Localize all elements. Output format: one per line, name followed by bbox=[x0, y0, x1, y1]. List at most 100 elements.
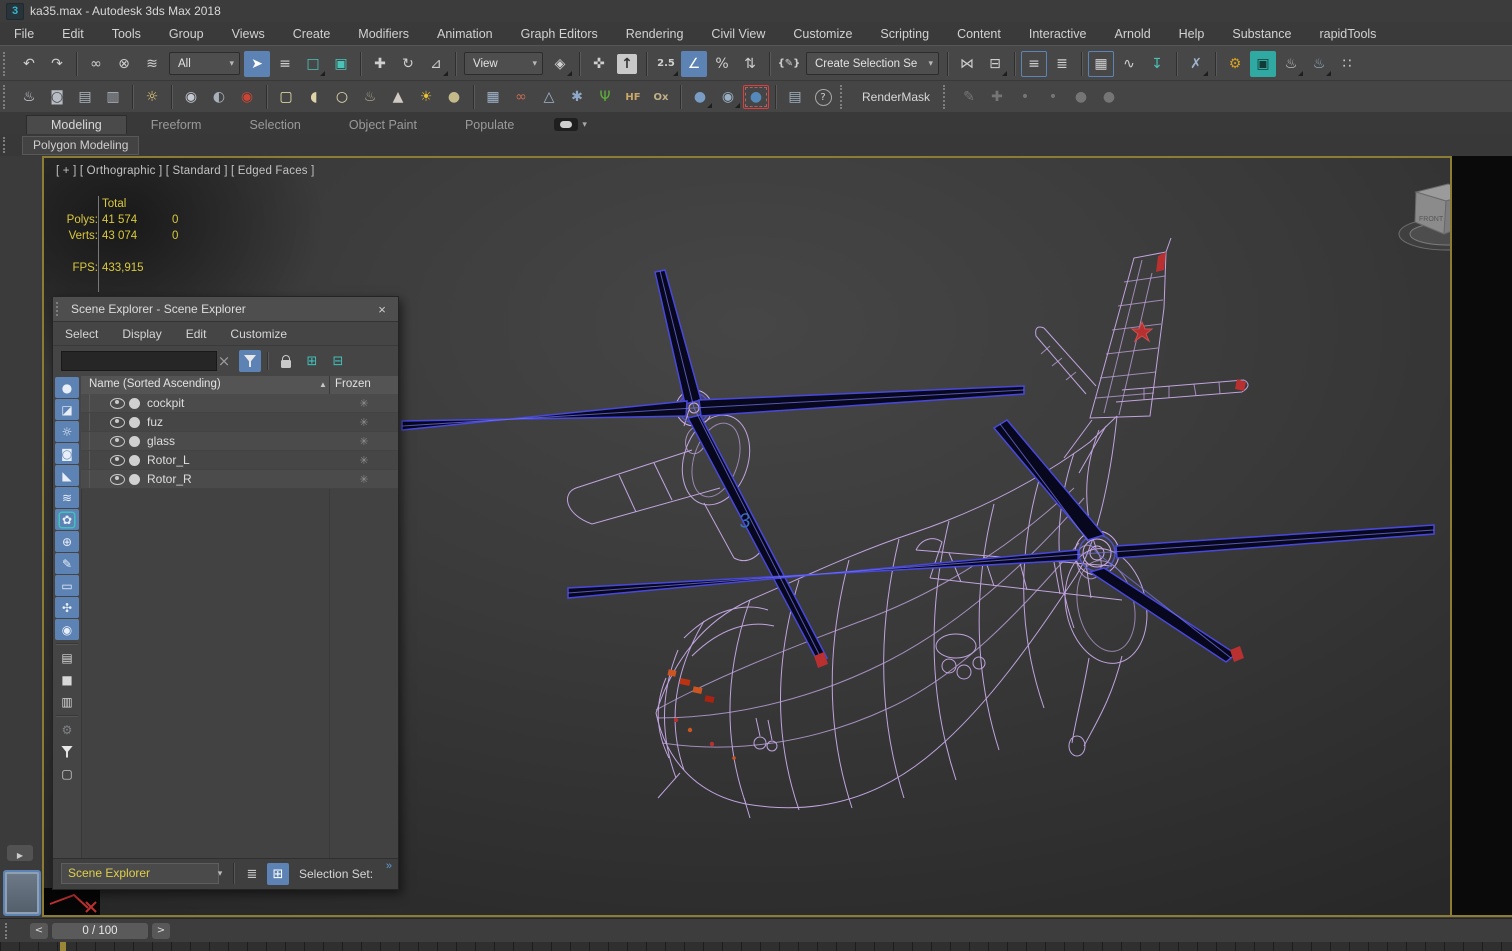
select-and-rotate-icon[interactable]: ↻ bbox=[395, 51, 421, 77]
sphere-light-icon[interactable]: ○ bbox=[329, 85, 355, 109]
time-slider-handle[interactable]: 0 / 100 bbox=[52, 923, 148, 939]
camera-night-icon[interactable]: ◐ bbox=[206, 85, 232, 109]
snaps-toggle-icon[interactable]: 2.5 bbox=[653, 51, 679, 77]
lock-selection-icon[interactable] bbox=[275, 350, 297, 372]
scene-explorer-toggle-icon[interactable]: ≡ bbox=[1021, 51, 1047, 77]
scene-explorer-titlebar[interactable]: Scene Explorer - Scene Explorer bbox=[53, 297, 398, 322]
menu-substance[interactable]: Substance bbox=[1218, 23, 1305, 45]
scene-object-row[interactable]: glass bbox=[81, 432, 398, 451]
select-and-manipulate-icon[interactable]: ✜ bbox=[586, 51, 612, 77]
ribbon-minimize-dropdown[interactable] bbox=[554, 118, 587, 131]
ribbon-tab-modeling[interactable]: Modeling bbox=[26, 115, 127, 134]
menu-civil-view[interactable]: Civil View bbox=[697, 23, 779, 45]
camera-red-icon[interactable]: ◉ bbox=[234, 85, 260, 109]
cone-light-icon[interactable]: ▲ bbox=[385, 85, 411, 109]
frozen-snowflake-icon[interactable] bbox=[349, 432, 379, 450]
wire-teapot-icon[interactable]: ♨ bbox=[357, 85, 383, 109]
ribbon-grip[interactable] bbox=[3, 137, 10, 153]
add-tool-icon[interactable]: ✚ bbox=[984, 85, 1010, 109]
column-frozen-header[interactable]: Frozen bbox=[335, 378, 371, 390]
frozen-snowflake-icon[interactable] bbox=[349, 413, 379, 431]
light-lister-icon[interactable]: ☼ bbox=[139, 85, 165, 109]
viewport-label-menu[interactable]: [ + ] [ Orthographic ] [ Standard ] [ Ed… bbox=[56, 165, 315, 177]
window-grip[interactable] bbox=[56, 302, 63, 316]
mirror-icon[interactable]: ⋈ bbox=[954, 51, 980, 77]
scene-object-row[interactable]: cockpit bbox=[81, 394, 398, 413]
dome-light-icon[interactable]: ◖ bbox=[301, 85, 327, 109]
explorer-menu-customize[interactable]: Customize bbox=[218, 327, 299, 341]
display-containers-icon[interactable]: ▭ bbox=[55, 575, 79, 596]
disabled-dot-icon[interactable]: • bbox=[1012, 85, 1038, 109]
display-geometry-icon[interactable]: ● bbox=[55, 377, 79, 398]
toolbar-grip[interactable] bbox=[3, 51, 10, 76]
close-icon[interactable] bbox=[374, 302, 390, 317]
menu-animation[interactable]: Animation bbox=[423, 23, 507, 45]
render-cloud-icon[interactable]: ♨ bbox=[1306, 51, 1332, 77]
basket-icon[interactable]: ▢ bbox=[55, 763, 79, 784]
sphere-mask-icon[interactable]: ● bbox=[743, 85, 769, 109]
previous-frame-button[interactable] bbox=[30, 923, 48, 939]
render-teapot-icon[interactable]: ♨ bbox=[16, 85, 42, 109]
menu-help[interactable]: Help bbox=[1165, 23, 1219, 45]
menu-graph-editors[interactable]: Graph Editors bbox=[507, 23, 612, 45]
filter-settings-icon[interactable]: ⚙ bbox=[55, 719, 79, 740]
visibility-eye-icon[interactable] bbox=[110, 397, 125, 409]
select-and-move-icon[interactable]: ✚ bbox=[367, 51, 393, 77]
menu-tools[interactable]: Tools bbox=[98, 23, 155, 45]
render-elements-icon[interactable]: ▤ bbox=[72, 85, 98, 109]
explorer-preset-dropdown[interactable]: Scene Explorer bbox=[61, 863, 219, 884]
help-icon[interactable]: ? bbox=[810, 85, 836, 109]
disabled-dot-icon[interactable]: ● bbox=[1096, 85, 1122, 109]
select-and-link-icon[interactable]: ∞ bbox=[83, 51, 109, 77]
noise-icon[interactable]: ✱ bbox=[564, 85, 590, 109]
schematic-view-icon[interactable]: ↧ bbox=[1144, 51, 1170, 77]
toolbar-grip[interactable] bbox=[3, 85, 10, 109]
camera-icon[interactable]: ◉ bbox=[178, 85, 204, 109]
track-time-marker[interactable] bbox=[60, 942, 66, 951]
ribbon-tab-object-paint[interactable]: Object Paint bbox=[325, 116, 441, 134]
grid-array-icon[interactable]: ▦ bbox=[480, 85, 506, 109]
explorer-menu-select[interactable]: Select bbox=[53, 327, 110, 341]
rail-expand-button[interactable] bbox=[7, 845, 33, 861]
display-groups-icon[interactable]: ✿ bbox=[55, 509, 79, 530]
blank-square-icon[interactable]: ■ bbox=[55, 669, 79, 690]
list-column-header[interactable]: Name (Sorted Ascending) Frozen bbox=[81, 376, 398, 395]
visibility-eye-icon[interactable] bbox=[110, 435, 125, 447]
angle-snap-icon[interactable]: ∠ bbox=[681, 50, 707, 77]
menu-scripting[interactable]: Scripting bbox=[866, 23, 943, 45]
menu-rendering[interactable]: Rendering bbox=[612, 23, 698, 45]
grass-icon[interactable]: Ψ bbox=[592, 85, 618, 109]
menu-views[interactable]: Views bbox=[218, 23, 279, 45]
visibility-eye-icon[interactable] bbox=[110, 454, 125, 466]
next-frame-button[interactable] bbox=[152, 923, 170, 939]
display-cameras-icon[interactable]: ◙ bbox=[55, 443, 79, 464]
ornatrix-icon[interactable]: Ox bbox=[648, 85, 674, 109]
secondary-viewport-sliver[interactable] bbox=[1452, 156, 1512, 917]
display-lights-icon[interactable]: ☼ bbox=[55, 421, 79, 442]
scene-explorer-search-input[interactable] bbox=[61, 351, 217, 371]
undo-icon[interactable]: ↶ bbox=[16, 51, 42, 77]
column-name-header[interactable]: Name (Sorted Ascending) bbox=[89, 378, 221, 390]
menu-edit[interactable]: Edit bbox=[48, 23, 98, 45]
scene-object-row[interactable]: Rotor_R bbox=[81, 470, 398, 489]
pyramid-helper-icon[interactable]: △ bbox=[536, 85, 562, 109]
frozen-snowflake-icon[interactable] bbox=[349, 470, 379, 488]
filter-funnel-icon[interactable] bbox=[55, 741, 79, 762]
select-by-name-icon[interactable]: ≡ bbox=[272, 51, 298, 77]
viewport-layout-tab[interactable] bbox=[3, 870, 41, 916]
frozen-snowflake-icon[interactable] bbox=[349, 394, 379, 412]
percent-snap-icon[interactable]: % bbox=[709, 51, 735, 77]
menu-content[interactable]: Content bbox=[943, 23, 1015, 45]
menu-interactive[interactable]: Interactive bbox=[1015, 23, 1101, 45]
rectangular-selection-region-icon[interactable]: □ bbox=[300, 51, 326, 77]
collapse-children-icon[interactable]: ⊟ bbox=[327, 350, 349, 372]
scene-object-row[interactable]: fuz bbox=[81, 413, 398, 432]
menu-modifiers[interactable]: Modifiers bbox=[344, 23, 423, 45]
view-cube[interactable]: FRONT bbox=[1398, 183, 1452, 251]
curve-editor-icon[interactable]: ∿ bbox=[1116, 51, 1142, 77]
exposure-control-icon[interactable]: ▥ bbox=[100, 85, 126, 109]
expand-children-icon[interactable]: ⊞ bbox=[301, 350, 323, 372]
dropdown-caret-icon[interactable] bbox=[213, 863, 227, 884]
frozen-snowflake-icon[interactable] bbox=[349, 451, 379, 469]
notes-icon[interactable]: ▥ bbox=[55, 691, 79, 712]
